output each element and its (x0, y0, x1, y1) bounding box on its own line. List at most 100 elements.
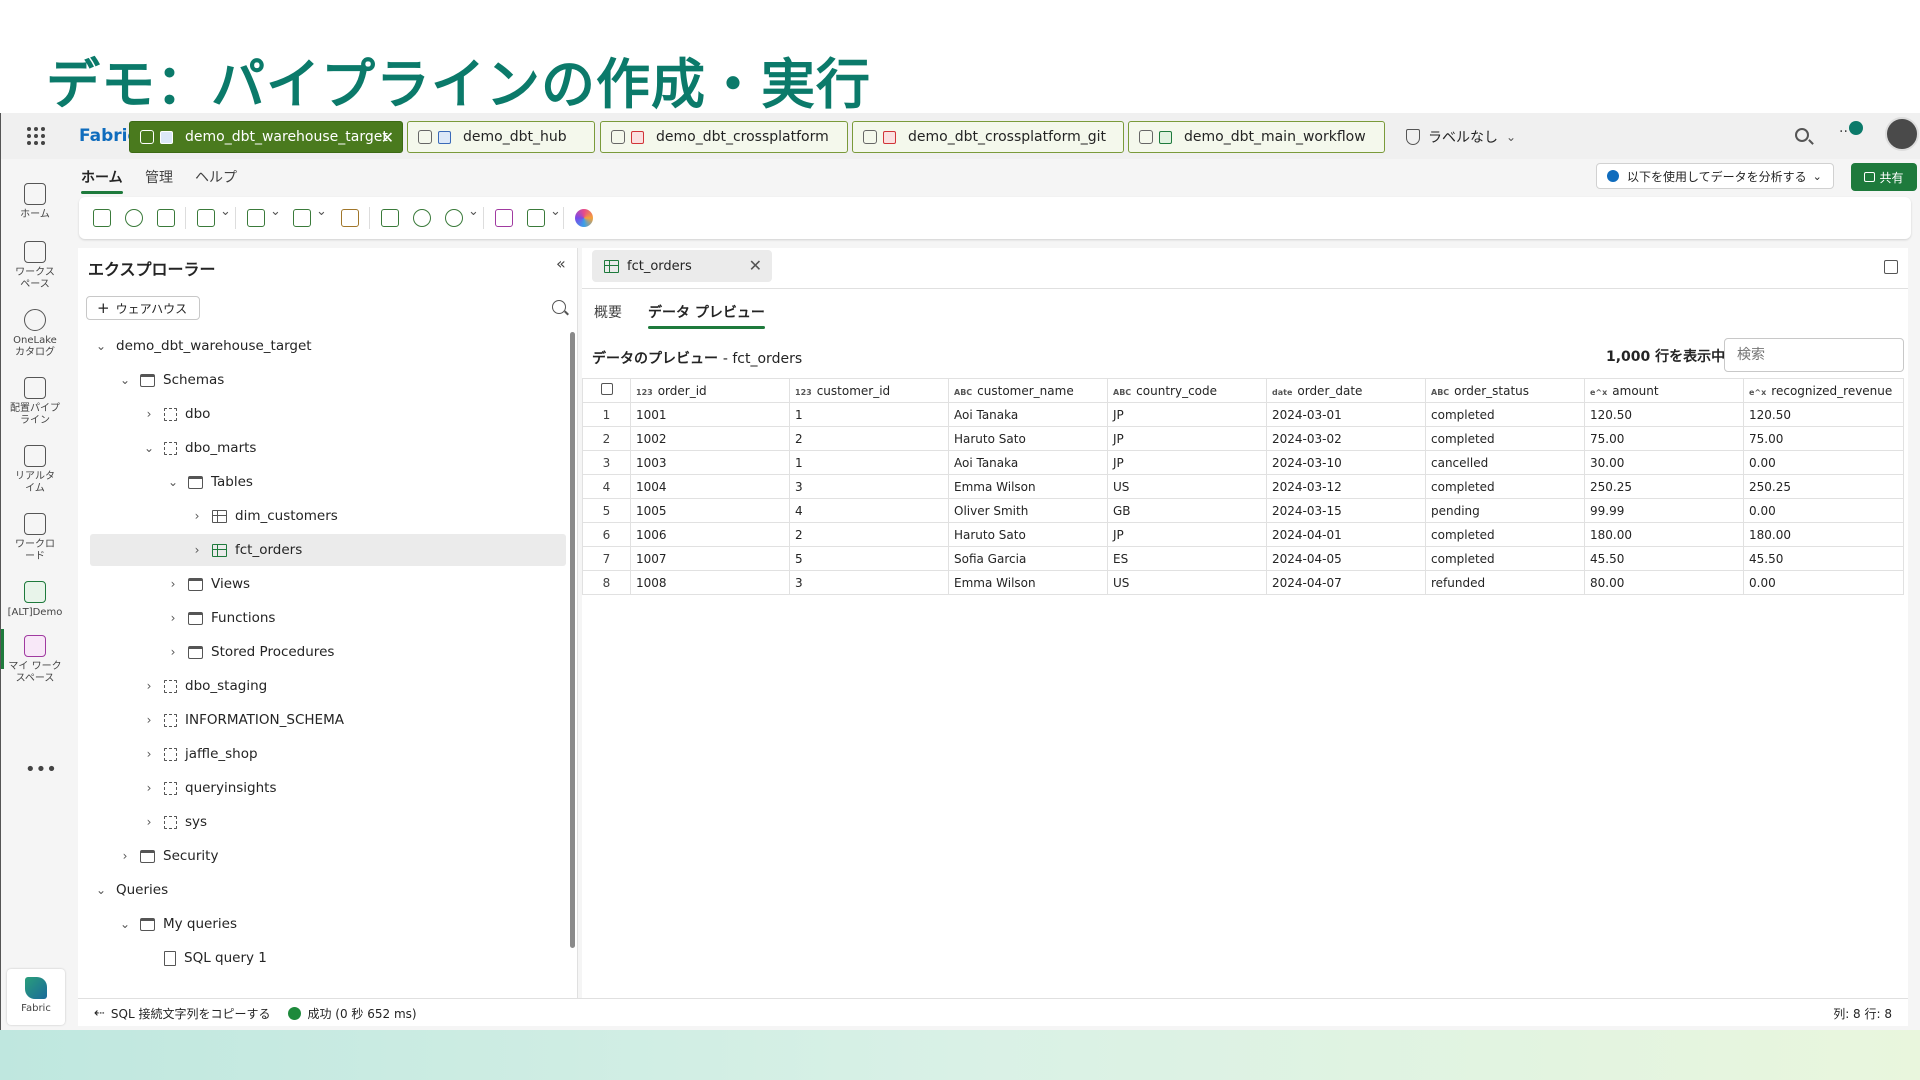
table-cell[interactable]: 0.00 (1743, 450, 1904, 475)
select-all-icon[interactable] (582, 378, 631, 403)
add-warehouse-button[interactable]: + ウェアハウス (86, 296, 200, 320)
table-cell[interactable]: 45.50 (1584, 546, 1744, 571)
table-cell[interactable]: completed (1425, 426, 1585, 451)
table-cell[interactable]: cancelled (1425, 450, 1585, 475)
close-icon[interactable]: ✕ (381, 128, 394, 147)
table-cell[interactable]: 2024-04-07 (1266, 570, 1426, 595)
column-header-recognized-revenue[interactable]: e^x recognized_revenue (1743, 378, 1904, 403)
table-cell[interactable]: ES (1107, 546, 1267, 571)
visual-query-icon[interactable] (381, 209, 399, 227)
tree-item-dbo-marts[interactable]: ⌄ dbo_marts (90, 432, 566, 464)
tab-hub[interactable]: demo_dbt_hub (407, 121, 595, 153)
table-cell[interactable]: 5 (789, 546, 949, 571)
chevron-right-icon[interactable]: › (190, 509, 204, 523)
analyze-data-button[interactable]: 以下を使用してデータを分析する ⌄ (1596, 163, 1834, 189)
table-cell[interactable]: 1007 (630, 546, 790, 571)
more-icon[interactable]: ·· (1839, 124, 1848, 140)
chevron-right-icon[interactable]: › (142, 781, 156, 795)
tree-item-my-queries[interactable]: ⌄ My queries (90, 908, 566, 940)
table-row[interactable]: 5 1005 4 Oliver Smith GB 2024-03-15 pending 99.… (582, 498, 1904, 523)
table-cell[interactable]: 1003 (630, 450, 790, 475)
table-cell[interactable]: 180.00 (1584, 522, 1744, 547)
column-header-amount[interactable]: e^x amount (1584, 378, 1744, 403)
table-cell[interactable]: US (1107, 474, 1267, 499)
table-cell[interactable]: 45.50 (1743, 546, 1904, 571)
copilot-icon[interactable] (575, 209, 593, 227)
tab-overview[interactable]: 概要 (594, 302, 622, 322)
settings-icon[interactable] (125, 209, 143, 227)
rail-item-deployment[interactable]: 配置パイプライン (1, 377, 69, 427)
table-cell[interactable]: 1005 (630, 498, 790, 523)
table-cell[interactable]: 120.50 (1743, 402, 1904, 427)
fabric-home-button[interactable]: Fabric (7, 969, 65, 1025)
table-cell[interactable]: 99.99 (1584, 498, 1744, 523)
app-launcher-icon[interactable] (27, 127, 45, 145)
table-row[interactable]: 3 1003 1 Aoi Tanaka JP 2024-03-10 cancelled 30.… (582, 450, 1904, 475)
table-cell[interactable]: Emma Wilson (948, 474, 1108, 499)
chevron-down-icon[interactable]: ⌄ (94, 339, 108, 353)
table-cell[interactable]: US (1107, 570, 1267, 595)
chevron-down-icon[interactable]: ⌄ (118, 917, 132, 931)
row-number[interactable]: 7 (582, 546, 631, 571)
table-cell[interactable]: 250.25 (1743, 474, 1904, 499)
table-cell[interactable]: 1004 (630, 474, 790, 499)
table-cell[interactable]: 2024-03-10 (1266, 450, 1426, 475)
table-row[interactable]: 1 1001 1 Aoi Tanaka JP 2024-03-01 completed 120… (582, 402, 1904, 427)
tree-item-dbo-staging[interactable]: › dbo_staging (90, 670, 566, 702)
new-query-icon[interactable] (247, 204, 281, 227)
rail-item-my-workspace[interactable]: マイ ワークスペース (1, 635, 69, 685)
table-row[interactable]: 6 1006 2 Haruto Sato JP 2024-04-01 completed 18… (582, 522, 1904, 547)
column-header-order-id[interactable]: 123 order_id (630, 378, 790, 403)
chevron-right-icon[interactable]: › (142, 713, 156, 727)
table-row[interactable]: 2 1002 2 Haruto Sato JP 2024-03-02 completed 75… (582, 426, 1904, 451)
row-number[interactable]: 6 (582, 522, 631, 547)
table-cell[interactable]: Aoi Tanaka (948, 450, 1108, 475)
table-cell[interactable]: 2 (789, 426, 949, 451)
table-cell[interactable]: pending (1425, 498, 1585, 523)
table-cell[interactable]: JP (1107, 402, 1267, 427)
chevron-down-icon[interactable]: ⌄ (166, 475, 180, 489)
tree-item-security[interactable]: › Security (90, 840, 566, 872)
tree-item-fct-orders[interactable]: › fct_orders (90, 534, 566, 566)
tree-item-stored-procedures[interactable]: › Stored Procedures (90, 636, 566, 668)
table-cell[interactable]: completed (1425, 546, 1585, 571)
table-cell[interactable]: GB (1107, 498, 1267, 523)
share-button[interactable]: 共有 (1851, 163, 1917, 191)
rail-item-demo[interactable]: [ALT]Demo (1, 581, 69, 619)
chevron-down-icon[interactable]: ⌄ (94, 883, 108, 897)
copy-connection-icon[interactable]: ⇠ (94, 1006, 105, 1021)
explorer-scrollbar[interactable] (570, 332, 575, 948)
tree-item-sql-query-1[interactable]: SQL query 1 (90, 942, 566, 974)
table-cell[interactable]: 2024-03-15 (1266, 498, 1426, 523)
table-cell[interactable]: 180.00 (1743, 522, 1904, 547)
tree-item-dbo[interactable]: › dbo (90, 398, 566, 430)
table-cell[interactable]: 75.00 (1584, 426, 1744, 451)
table-cell[interactable]: 2024-04-05 (1266, 546, 1426, 571)
collapse-pane-icon[interactable]: « (556, 254, 566, 273)
copy-icon[interactable] (1884, 260, 1898, 274)
chevron-right-icon[interactable]: › (142, 747, 156, 761)
table-cell[interactable]: 4 (789, 498, 949, 523)
column-header-order-status[interactable]: ABC order_status (1425, 378, 1585, 403)
table-row[interactable]: 8 1008 3 Emma Wilson US 2024-04-07 refunded 80.… (582, 570, 1904, 595)
table-cell[interactable]: 1 (789, 450, 949, 475)
tab-home[interactable]: ホーム (81, 167, 123, 194)
rail-item-onelake[interactable]: OneLake カタログ (1, 309, 69, 359)
tree-item-queryinsights[interactable]: › queryinsights (90, 772, 566, 804)
chevron-right-icon[interactable]: › (142, 679, 156, 693)
table-cell[interactable]: 1 (789, 402, 949, 427)
avatar[interactable] (1885, 117, 1919, 151)
tab-manage[interactable]: 管理 (145, 167, 173, 187)
tree-item-dim-customers[interactable]: › dim_customers (90, 500, 566, 532)
column-header-order-date[interactable]: date order_date (1266, 378, 1426, 403)
more-icon[interactable]: ••• (25, 759, 57, 780)
column-header-customer-id[interactable]: 123 customer_id (789, 378, 949, 403)
tree-item-jaffle-shop[interactable]: › jaffle_shop (90, 738, 566, 770)
table-cell[interactable]: Emma Wilson (948, 570, 1108, 595)
chevron-right-icon[interactable]: › (166, 611, 180, 625)
search-icon[interactable] (1795, 128, 1809, 142)
tree-item-tables[interactable]: ⌄ Tables (90, 466, 566, 498)
row-number[interactable]: 4 (582, 474, 631, 499)
table-cell[interactable]: completed (1425, 522, 1585, 547)
reporting-icon[interactable] (495, 209, 513, 227)
